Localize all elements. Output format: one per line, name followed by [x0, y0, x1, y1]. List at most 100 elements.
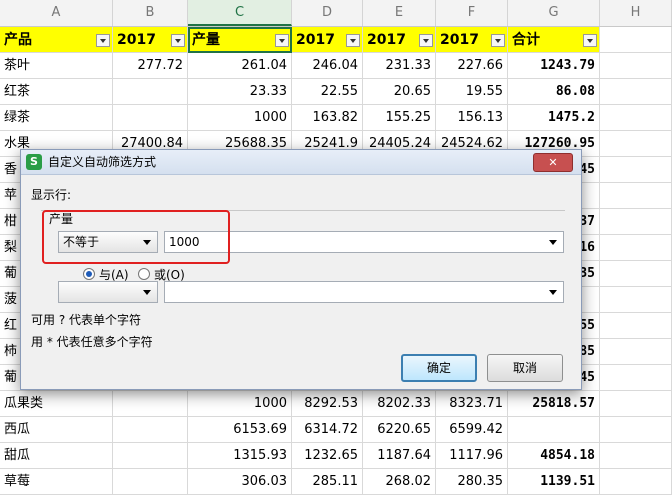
empty-cell[interactable]: [600, 417, 672, 443]
header-cell[interactable]: 产量: [188, 27, 292, 53]
close-button[interactable]: ✕: [533, 153, 573, 172]
table-cell[interactable]: 20.65: [363, 79, 436, 105]
empty-cell[interactable]: [600, 53, 672, 79]
empty-cell[interactable]: [600, 131, 672, 157]
empty-cell[interactable]: [600, 287, 672, 313]
column-header-f[interactable]: F: [436, 0, 508, 26]
table-cell[interactable]: 8202.33: [363, 391, 436, 417]
table-cell[interactable]: [113, 443, 188, 469]
table-cell[interactable]: 156.13: [436, 105, 508, 131]
table-cell[interactable]: 瓜果类: [0, 391, 113, 417]
table-cell[interactable]: 1117.96: [436, 443, 508, 469]
empty-cell[interactable]: [600, 183, 672, 209]
table-cell[interactable]: 231.33: [363, 53, 436, 79]
table-row: 瓜果类 1000 8292.53 8202.33 8323.71 25818.57: [0, 391, 672, 417]
table-cell[interactable]: 1232.65: [292, 443, 363, 469]
table-cell[interactable]: 1000: [188, 391, 292, 417]
column-header-h[interactable]: H: [600, 0, 672, 26]
cell-value: 香: [4, 162, 18, 177]
column-header-c[interactable]: C: [188, 0, 292, 26]
filter-dropdown-icon[interactable]: [583, 34, 597, 47]
table-cell[interactable]: 1475.2: [508, 105, 600, 131]
column-header-b[interactable]: B: [113, 0, 188, 26]
header-cell[interactable]: 2017: [436, 27, 508, 53]
dialog-titlebar: S 自定义自动筛选方式 ✕: [21, 150, 581, 175]
empty-cell[interactable]: [600, 235, 672, 261]
table-cell[interactable]: 306.03: [188, 469, 292, 495]
empty-cell[interactable]: [600, 105, 672, 131]
chevron-down-icon: [549, 240, 557, 245]
column-header-d[interactable]: D: [292, 0, 363, 26]
ok-button[interactable]: 确定: [401, 354, 477, 382]
table-cell[interactable]: 4854.18: [508, 443, 600, 469]
filter-dropdown-icon[interactable]: [346, 34, 360, 47]
table-cell[interactable]: 8292.53: [292, 391, 363, 417]
table-cell[interactable]: [508, 417, 600, 443]
empty-cell[interactable]: [600, 339, 672, 365]
column-header-g[interactable]: G: [508, 0, 600, 26]
table-cell[interactable]: 绿茶: [0, 105, 113, 131]
table-cell[interactable]: 227.66: [436, 53, 508, 79]
header-cell[interactable]: 产品: [0, 27, 113, 53]
table-cell[interactable]: 6220.65: [363, 417, 436, 443]
empty-cell[interactable]: [600, 79, 672, 105]
table-cell[interactable]: 红茶: [0, 79, 113, 105]
table-cell[interactable]: 西瓜: [0, 417, 113, 443]
empty-cell[interactable]: [600, 157, 672, 183]
table-row: 西瓜 6153.69 6314.72 6220.65 6599.42: [0, 417, 672, 443]
table-cell[interactable]: 23.33: [188, 79, 292, 105]
condition2-operator-select[interactable]: [58, 281, 158, 303]
table-cell[interactable]: 86.08: [508, 79, 600, 105]
table-cell[interactable]: [113, 105, 188, 131]
table-cell[interactable]: 1187.64: [363, 443, 436, 469]
empty-cell[interactable]: [600, 27, 672, 53]
table-cell[interactable]: 19.55: [436, 79, 508, 105]
condition2-value-input[interactable]: [164, 281, 564, 303]
table-cell[interactable]: 1243.79: [508, 53, 600, 79]
table-cell[interactable]: 22.55: [292, 79, 363, 105]
table-cell[interactable]: 1000: [188, 105, 292, 131]
header-cell[interactable]: 2017: [113, 27, 188, 53]
empty-cell[interactable]: [600, 261, 672, 287]
table-cell[interactable]: 6599.42: [436, 417, 508, 443]
table-cell[interactable]: 268.02: [363, 469, 436, 495]
table-cell[interactable]: 8323.71: [436, 391, 508, 417]
table-cell[interactable]: 1315.93: [188, 443, 292, 469]
table-cell[interactable]: 6153.69: [188, 417, 292, 443]
table-cell[interactable]: [113, 79, 188, 105]
empty-cell[interactable]: [600, 469, 672, 495]
filter-dropdown-icon[interactable]: [275, 34, 289, 47]
column-header-e[interactable]: E: [363, 0, 436, 26]
table-cell[interactable]: 246.04: [292, 53, 363, 79]
empty-cell[interactable]: [600, 365, 672, 391]
filter-dropdown-icon[interactable]: [171, 34, 185, 47]
filter-dropdown-icon[interactable]: [491, 34, 505, 47]
filter-dropdown-icon[interactable]: [96, 34, 110, 47]
header-cell[interactable]: 合计: [508, 27, 600, 53]
table-cell[interactable]: 277.72: [113, 53, 188, 79]
empty-cell[interactable]: [600, 313, 672, 339]
table-cell[interactable]: 163.82: [292, 105, 363, 131]
table-cell[interactable]: 茶叶: [0, 53, 113, 79]
table-cell[interactable]: 1139.51: [508, 469, 600, 495]
table-cell[interactable]: [113, 391, 188, 417]
empty-cell[interactable]: [600, 391, 672, 417]
empty-cell[interactable]: [600, 443, 672, 469]
table-cell[interactable]: 261.04: [188, 53, 292, 79]
cancel-button[interactable]: 取消: [487, 354, 563, 382]
table-cell[interactable]: 280.35: [436, 469, 508, 495]
table-cell[interactable]: 155.25: [363, 105, 436, 131]
cell-value: 红茶: [4, 84, 31, 99]
table-cell[interactable]: 6314.72: [292, 417, 363, 443]
column-header-a[interactable]: A: [0, 0, 113, 26]
header-cell[interactable]: 2017: [292, 27, 363, 53]
filter-dropdown-icon[interactable]: [419, 34, 433, 47]
table-cell[interactable]: [113, 417, 188, 443]
table-cell[interactable]: 25818.57: [508, 391, 600, 417]
empty-cell[interactable]: [600, 209, 672, 235]
header-cell[interactable]: 2017: [363, 27, 436, 53]
table-cell[interactable]: 草莓: [0, 469, 113, 495]
table-cell[interactable]: 甜瓜: [0, 443, 113, 469]
table-cell[interactable]: 285.11: [292, 469, 363, 495]
table-cell[interactable]: [113, 469, 188, 495]
